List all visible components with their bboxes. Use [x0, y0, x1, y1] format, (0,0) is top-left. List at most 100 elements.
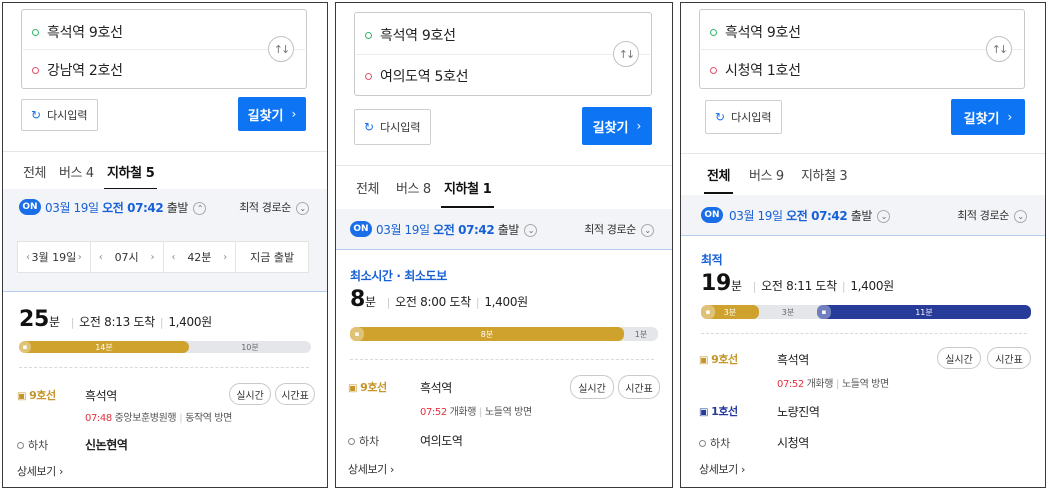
chevron-down-icon[interactable]: ⌄: [524, 224, 538, 237]
tab-bar: 전체 버스 9 지하철 3: [681, 153, 1045, 194]
search-button[interactable]: 길찾기 ›: [951, 99, 1025, 135]
origin-text: 흑석역 9호선: [725, 25, 801, 41]
route-input-box: 흑석역 9호선 시청역 1호선 ↑↓: [699, 9, 1025, 89]
chevron-right-icon: ›: [390, 463, 394, 476]
pipe: |: [70, 316, 75, 329]
chevron-down-icon[interactable]: ⌄: [877, 210, 891, 223]
destination-field[interactable]: 여의도역 5호선: [365, 58, 601, 94]
detail-link[interactable]: 상세보기 ›: [348, 461, 394, 477]
chevron-right-icon[interactable]: ›: [223, 252, 227, 263]
tab-all[interactable]: 전체: [703, 154, 734, 194]
timetable-button[interactable]: 시간표: [987, 347, 1031, 369]
chevron-right-icon: ›: [741, 463, 745, 476]
origin-field[interactable]: 흑석역 9호선: [365, 17, 601, 53]
departure-time[interactable]: 03월 19일 오전 07:42 출발 ⌄: [729, 207, 891, 224]
segment-bar: 8분 ▪: [350, 327, 624, 341]
chevron-up-icon[interactable]: ⌃: [193, 202, 207, 215]
destination-field[interactable]: 시청역 1호선: [710, 52, 974, 88]
destination-dot-icon: [710, 66, 717, 74]
on-badge: ON: [19, 199, 41, 215]
segment-label-walk: 1분: [634, 329, 648, 339]
on-badge: ON: [701, 207, 723, 223]
time-picker: ‹ 3월 19일 › ‹ 07시 › ‹ 42분 › 지금 출발: [17, 241, 309, 273]
tab-all[interactable]: 전체: [23, 152, 47, 190]
divider: [19, 367, 309, 368]
swap-icon[interactable]: ↑↓: [613, 41, 639, 67]
alight-label: 하차: [699, 435, 730, 451]
departure-time[interactable]: 03월 19일 오전 07:42 출발 ⌄: [376, 221, 538, 238]
destination-field[interactable]: 강남역 2호선: [32, 52, 256, 88]
line-badge-9: ▣ 9호선: [348, 379, 387, 395]
segment-label: 14분: [95, 342, 113, 352]
route-summary[interactable]: 19 분 | 오전 8:11 도착 | 1,400원: [701, 271, 894, 296]
alight-label: 하차: [348, 433, 379, 449]
segment-bar: 14분 ▪: [19, 341, 189, 353]
departure-section: ON 03월 19일 오전 07:42 출발 ⌄ 최적 경로순 ⌄: [681, 195, 1045, 235]
segment-label-walk: 3분: [781, 307, 795, 317]
date-value: 3월 19일: [31, 251, 77, 264]
arrival-time: 오전 8:00 도착: [395, 295, 471, 309]
train-direction: 노들역 방면: [842, 379, 889, 390]
reset-button[interactable]: ↻ 다시입력: [21, 99, 98, 131]
origin-field[interactable]: 흑석역 9호선: [710, 14, 974, 50]
realtime-button[interactable]: 실시간: [229, 383, 271, 405]
route-summary[interactable]: 25 분 | 오전 8:13 도착 | 1,400원: [19, 307, 212, 332]
reset-button[interactable]: ↻ 다시입력: [354, 109, 431, 145]
departure-clock: 오전 07:42: [433, 223, 495, 237]
tab-subway[interactable]: 지하철 5: [103, 152, 158, 190]
detail-link[interactable]: 상세보기 ›: [699, 461, 745, 477]
timetable-button[interactable]: 시간표: [275, 383, 315, 405]
train-time: 07:48: [85, 413, 112, 424]
arrival-time: 오전 8:13 도착: [79, 315, 155, 329]
hour-picker[interactable]: ‹ 07시 ›: [91, 242, 164, 272]
route-panel-1: 흑석역 9호선 강남역 2호선 ↑↓ ↻ 다시입력 길찾기 › 전체 버스 4 지…: [2, 2, 328, 488]
train-dest: 개화행: [806, 379, 834, 390]
divider: [23, 49, 305, 50]
transfer-station: 노량진역: [777, 405, 820, 419]
tab-bus[interactable]: 버스 4: [59, 152, 94, 190]
departure-time[interactable]: 03월 19일 오전 07:42 출발 ⌃: [45, 199, 207, 216]
departure-section: ON 03월 19일 오전 07:42 출발 ⌃ 최적 경로순 ⌄ ‹ 3월 19…: [3, 189, 327, 291]
tab-subway[interactable]: 지하철 1: [440, 166, 495, 208]
realtime-button[interactable]: 실시간: [570, 375, 614, 399]
chevron-right-icon[interactable]: ›: [78, 252, 82, 263]
chevron-right-icon: ›: [291, 107, 297, 121]
destination-text: 시청역 1호선: [725, 63, 801, 79]
minute-picker[interactable]: ‹ 42분 ›: [164, 242, 237, 272]
tab-bus[interactable]: 버스 8: [396, 166, 431, 208]
realtime-button[interactable]: 실시간: [937, 347, 981, 369]
now-button[interactable]: 지금 출발: [236, 242, 308, 272]
departure-date: 03월 19일: [729, 209, 783, 223]
date-picker[interactable]: ‹ 3월 19일 ›: [18, 242, 91, 272]
destination-dot-icon: [32, 66, 39, 74]
pipe: |: [841, 280, 846, 293]
tab-all[interactable]: 전체: [356, 166, 380, 208]
tab-bus[interactable]: 버스 9: [749, 154, 784, 194]
swap-icon[interactable]: ↑↓: [268, 36, 294, 62]
divider: [350, 359, 654, 360]
divider: [356, 54, 650, 55]
sort-dropdown[interactable]: 최적 경로순 ⌄: [239, 199, 309, 215]
reset-button[interactable]: ↻ 다시입력: [705, 100, 782, 134]
chevron-down-icon: ⌄: [641, 223, 654, 237]
chevron-left-icon[interactable]: ‹: [99, 252, 103, 263]
chevron-left-icon[interactable]: ‹: [172, 252, 176, 263]
alight-text: 하차: [28, 439, 49, 452]
tab-subway[interactable]: 지하철 3: [801, 154, 848, 194]
chevron-right-icon[interactable]: ›: [151, 252, 155, 263]
timetable-button[interactable]: 시간표: [618, 375, 660, 399]
segment-label: 11분: [915, 307, 933, 317]
search-button[interactable]: 길찾기 ›: [238, 97, 306, 131]
chevron-left-icon[interactable]: ‹: [26, 252, 30, 263]
swap-icon[interactable]: ↑↓: [986, 36, 1012, 62]
detail-label: 상세보기: [17, 465, 56, 478]
now-label: 지금 출발: [250, 251, 295, 264]
search-button[interactable]: 길찾기 ›: [582, 107, 652, 145]
origin-field[interactable]: 흑석역 9호선: [32, 14, 256, 50]
route-summary[interactable]: 8 분 | 오전 8:00 도착 | 1,400원: [350, 287, 528, 312]
detail-link[interactable]: 상세보기 ›: [17, 463, 63, 479]
route-label: 최소시간 · 최소도보: [350, 269, 447, 283]
separator: [336, 249, 672, 250]
sort-dropdown[interactable]: 최적 경로순 ⌄: [957, 207, 1027, 223]
sort-dropdown[interactable]: 최적 경로순 ⌄: [584, 221, 654, 237]
